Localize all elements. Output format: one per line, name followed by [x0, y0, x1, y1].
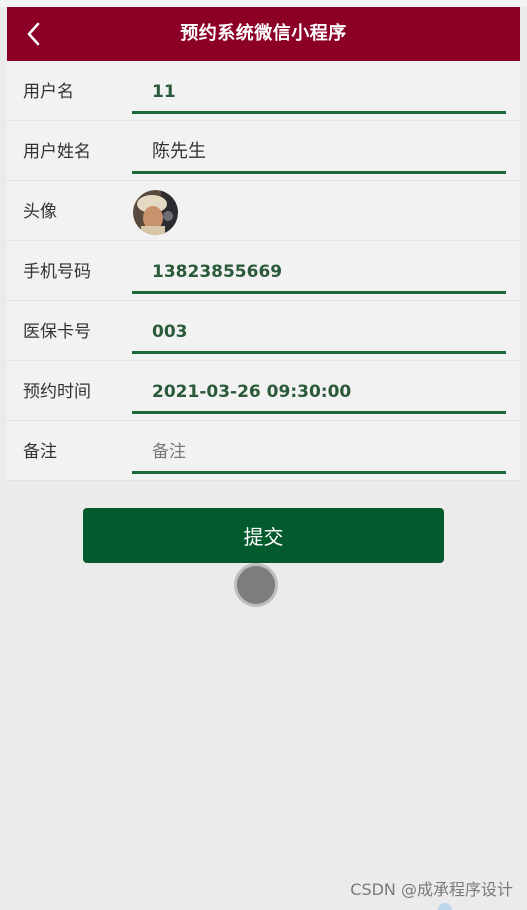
appointment-form: 用户名 11 用户姓名 陈先生 头像 手机号码 13823855669 医保卡号…	[7, 61, 520, 481]
phone-value: 13823855669	[152, 262, 283, 282]
realname-field[interactable]: 陈先生	[132, 133, 506, 174]
username-label: 用户名	[23, 82, 74, 102]
appointment-time-field[interactable]: 2021-03-26 09:30:00	[132, 373, 506, 414]
phone-label: 手机号码	[23, 262, 91, 282]
remark-label: 备注	[23, 442, 57, 462]
form-row-realname: 用户姓名 陈先生	[7, 121, 520, 181]
insurance-card-label: 医保卡号	[23, 322, 91, 342]
remark-field[interactable]: 备注	[132, 433, 506, 474]
remark-placeholder: 备注	[152, 442, 186, 462]
form-row-remark: 备注 备注	[7, 421, 520, 481]
touch-indicator	[237, 566, 275, 604]
page-title: 预约系统微信小程序	[180, 23, 347, 44]
status-strip	[0, 0, 527, 7]
insurance-card-value: 003	[152, 322, 188, 342]
watermark: CSDN @成承程序设计	[350, 880, 513, 899]
username-field[interactable]: 11	[132, 73, 506, 114]
insurance-card-field[interactable]: 003	[132, 313, 506, 354]
form-row-phone: 手机号码 13823855669	[7, 241, 520, 301]
appointment-time-value: 2021-03-26 09:30:00	[152, 382, 352, 402]
phone-field[interactable]: 13823855669	[132, 253, 506, 294]
submit-button[interactable]: 提交	[83, 508, 444, 563]
form-row-username: 用户名 11	[7, 61, 520, 121]
appointment-time-label: 预约时间	[23, 382, 91, 402]
form-row-insurance-card: 医保卡号 003	[7, 301, 520, 361]
avatar-label: 头像	[23, 202, 57, 222]
scroll-indicator	[438, 903, 452, 910]
username-value: 11	[152, 82, 176, 102]
avatar[interactable]	[133, 190, 178, 235]
realname-value: 陈先生	[152, 141, 206, 162]
form-row-avatar: 头像	[7, 181, 520, 241]
app-screen: 预约系统微信小程序 用户名 11 用户姓名 陈先生 头像 手机号码 138238…	[0, 0, 527, 910]
form-row-appointment-time: 预约时间 2021-03-26 09:30:00	[7, 361, 520, 421]
navigation-bar: 预约系统微信小程序	[7, 7, 520, 61]
avatar-photo-icon	[133, 190, 178, 235]
realname-label: 用户姓名	[23, 142, 91, 162]
